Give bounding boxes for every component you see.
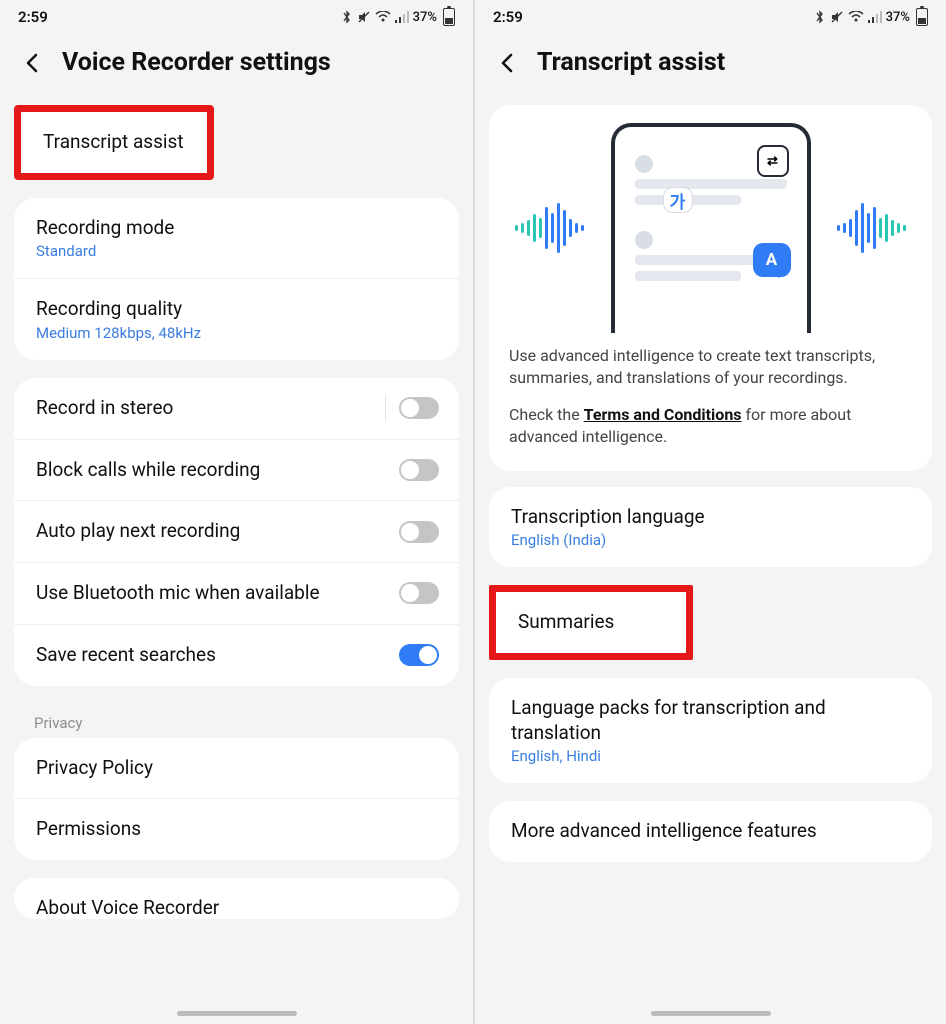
- save-searches-toggle[interactable]: [399, 644, 439, 666]
- bt-mic-label: Use Bluetooth mic when available: [36, 581, 437, 606]
- permissions-row[interactable]: Permissions: [14, 798, 459, 860]
- illustration: ⇄ 가 A: [509, 123, 912, 333]
- translate-icon: ⇄: [757, 145, 789, 177]
- language-packs-value: English, Hindi: [511, 747, 910, 765]
- record-in-stereo-toggle[interactable]: [399, 397, 439, 419]
- summaries-row[interactable]: Summaries: [489, 585, 693, 660]
- page-title: Transcript assist: [537, 48, 725, 77]
- status-time: 2:59: [18, 8, 48, 26]
- screen-voice-recorder-settings: 2:59 37% Voic: [0, 0, 473, 1024]
- privacy-section-label: Privacy: [0, 704, 473, 738]
- record-in-stereo-label: Record in stereo: [36, 396, 437, 421]
- recording-mode-row[interactable]: Recording mode Standard: [14, 198, 459, 279]
- transcript-assist-row[interactable]: Transcript assist: [14, 105, 214, 180]
- record-in-stereo-row[interactable]: Record in stereo: [14, 378, 459, 439]
- battery-percent: 37%: [886, 10, 910, 25]
- privacy-policy-row[interactable]: Privacy Policy: [14, 738, 459, 799]
- about-row[interactable]: About Voice Recorder: [14, 878, 459, 919]
- recording-quality-label: Recording quality: [36, 297, 437, 322]
- battery-icon: [916, 8, 928, 26]
- page-header: Voice Recorder settings: [0, 30, 473, 105]
- status-icons: 37%: [341, 8, 455, 26]
- korean-bubble-icon: 가: [663, 187, 693, 213]
- letter-a-bubble-icon: A: [753, 243, 791, 277]
- status-time: 2:59: [493, 8, 523, 26]
- description-text-1: Use advanced intelligence to create text…: [509, 345, 912, 390]
- save-searches-label: Save recent searches: [36, 643, 437, 668]
- transcription-language-label: Transcription language: [511, 505, 910, 530]
- page-header: Transcript assist: [475, 30, 946, 105]
- recording-mode-label: Recording mode: [36, 216, 437, 241]
- back-icon[interactable]: [497, 52, 519, 74]
- mute-icon: [830, 10, 844, 24]
- signal-icon: [868, 11, 882, 23]
- block-calls-toggle[interactable]: [399, 459, 439, 481]
- bt-mic-toggle[interactable]: [399, 582, 439, 604]
- wifi-icon: [848, 11, 864, 23]
- back-icon[interactable]: [22, 52, 44, 74]
- terms-link[interactable]: Terms and Conditions: [584, 405, 742, 424]
- recording-mode-value: Standard: [36, 242, 437, 260]
- nav-pill[interactable]: [177, 1011, 297, 1016]
- summaries-label: Summaries: [518, 610, 664, 635]
- block-calls-label: Block calls while recording: [36, 458, 437, 483]
- page-title: Voice Recorder settings: [62, 48, 331, 77]
- battery-percent: 37%: [413, 10, 437, 25]
- status-bar: 2:59 37%: [0, 0, 473, 30]
- bt-mic-row[interactable]: Use Bluetooth mic when available: [14, 562, 459, 624]
- nav-pill[interactable]: [651, 1011, 771, 1016]
- language-packs-label: Language packs for transcription and tra…: [511, 696, 910, 745]
- autoplay-toggle[interactable]: [399, 521, 439, 543]
- privacy-policy-label: Privacy Policy: [36, 756, 437, 781]
- signal-icon: [395, 11, 409, 23]
- screen-transcript-assist: 2:59 37% Tran: [473, 0, 946, 1024]
- hero-card: ⇄ 가 A Use advanced intelligence to creat…: [489, 105, 932, 471]
- autoplay-label: Auto play next recording: [36, 519, 437, 544]
- permissions-label: Permissions: [36, 817, 437, 842]
- waveform-left-icon: [515, 203, 584, 253]
- autoplay-row[interactable]: Auto play next recording: [14, 500, 459, 562]
- language-packs-row[interactable]: Language packs for transcription and tra…: [489, 678, 932, 783]
- transcription-language-value: English (India): [511, 531, 910, 549]
- transcript-assist-label: Transcript assist: [43, 130, 185, 155]
- bluetooth-icon: [341, 10, 353, 24]
- wifi-icon: [375, 11, 391, 23]
- save-searches-row[interactable]: Save recent searches: [14, 624, 459, 686]
- recording-quality-value: Medium 128kbps, 48kHz: [36, 324, 437, 342]
- waveform-right-icon: [837, 203, 906, 253]
- more-features-row[interactable]: More advanced intelligence features: [489, 801, 932, 862]
- more-features-label: More advanced intelligence features: [511, 819, 910, 844]
- battery-icon: [443, 8, 455, 26]
- mute-icon: [357, 10, 371, 24]
- transcription-language-row[interactable]: Transcription language English (India): [489, 487, 932, 568]
- status-bar: 2:59 37%: [475, 0, 946, 30]
- block-calls-row[interactable]: Block calls while recording: [14, 439, 459, 501]
- recording-quality-row[interactable]: Recording quality Medium 128kbps, 48kHz: [14, 278, 459, 360]
- status-icons: 37%: [814, 8, 928, 26]
- bluetooth-icon: [814, 10, 826, 24]
- description-text-2: Check the Terms and Conditions for more …: [509, 404, 912, 449]
- phone-illustration: ⇄ 가 A: [611, 123, 811, 333]
